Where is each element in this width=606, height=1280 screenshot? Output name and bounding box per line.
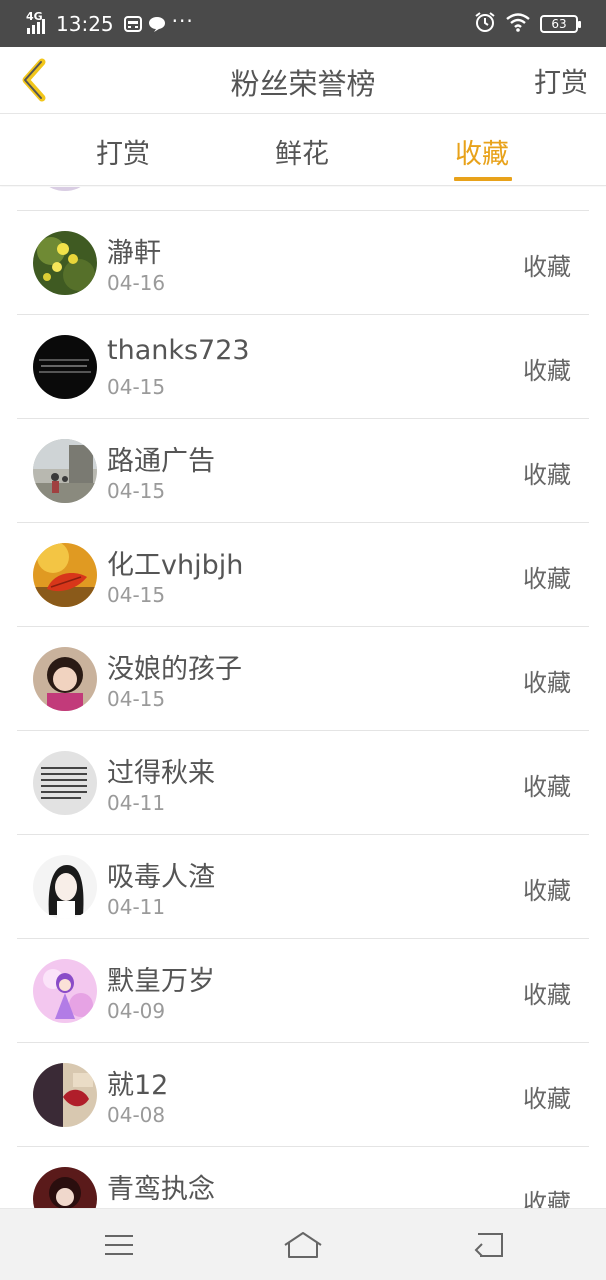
favorite-label: 收藏 <box>523 1189 571 1208</box>
user-name: 吸毒人渣 <box>107 862 215 893</box>
favorite-label: 收藏 <box>523 357 571 385</box>
back-icon <box>474 1233 503 1257</box>
network-type: 4G <box>26 10 43 23</box>
list-item[interactable]: 吸毒人渣 04-11 收藏 <box>17 835 589 939</box>
user-name: 瀞軒 <box>107 238 161 269</box>
avatar <box>33 187 97 191</box>
menu-button[interactable] <box>99 1227 139 1263</box>
back-nav-button[interactable] <box>468 1227 508 1263</box>
user-name: 青鸾执念 <box>107 1174 215 1205</box>
user-name: 就12 <box>107 1070 169 1101</box>
list-item[interactable]: thanks723 04-15 收藏 <box>17 315 589 419</box>
date: 04-11 <box>107 895 166 919</box>
favorite-label: 收藏 <box>523 253 571 281</box>
more-dots-icon: ··· <box>171 9 194 33</box>
favorite-label: 收藏 <box>523 877 571 905</box>
avatar <box>33 647 97 711</box>
reward-button[interactable]: 打赏 <box>534 61 588 100</box>
list-item[interactable]: 收藏 <box>17 187 589 211</box>
tab-reward[interactable]: 打赏 <box>96 132 150 171</box>
avatar <box>33 1167 97 1208</box>
fan-list[interactable]: 收藏 瀞軒 04-16 收藏 thanks723 04-15 收藏 路通广告 0… <box>0 187 606 1208</box>
status-bar-left: 4G 13:25 ··· <box>24 10 194 38</box>
favorite-label: 收藏 <box>523 1085 571 1113</box>
favorite-label: 收藏 <box>523 461 571 489</box>
status-bar: 4G 13:25 ··· 63 <box>0 0 606 47</box>
alarm-icon <box>474 11 496 37</box>
avatar <box>33 1063 97 1127</box>
signal-icon: 4G <box>24 10 50 36</box>
list-item[interactable]: 过得秋来 04-11 收藏 <box>17 731 589 835</box>
home-icon <box>284 1232 322 1258</box>
date: 04-09 <box>107 999 166 1023</box>
user-name: 过得秋来 <box>107 758 215 789</box>
app-notification-icon <box>123 16 142 32</box>
tab-flowers[interactable]: 鲜花 <box>275 132 329 171</box>
user-name: 默皇万岁 <box>107 966 215 997</box>
avatar <box>33 751 97 815</box>
date: 04-15 <box>107 687 166 711</box>
user-name: 路通广告 <box>107 446 215 477</box>
user-name: 没娘的孩子 <box>107 654 242 685</box>
favorite-label: 收藏 <box>523 669 571 697</box>
tab-favorites[interactable]: 收藏 <box>455 132 509 171</box>
user-name: 化工vhjbjh <box>107 550 244 581</box>
list-item[interactable]: 默皇万岁 04-09 收藏 <box>17 939 589 1043</box>
app-header: 粉丝荣誉榜 打赏 <box>0 47 606 114</box>
avatar <box>33 543 97 607</box>
avatar <box>33 855 97 919</box>
status-bar-right: 63 <box>474 11 581 37</box>
avatar <box>33 335 97 399</box>
battery-level: 63 <box>551 17 567 31</box>
fan-list-content: 收藏 瀞軒 04-16 收藏 thanks723 04-15 收藏 路通广告 0… <box>0 187 606 1208</box>
favorite-label: 收藏 <box>523 981 571 1009</box>
date: 04-11 <box>107 791 166 815</box>
favorite-label: 收藏 <box>523 773 571 801</box>
list-item[interactable]: 瀞軒 04-16 收藏 <box>17 211 589 315</box>
date: 04-08 <box>107 1103 166 1127</box>
list-item[interactable]: 青鸾执念 收藏 <box>17 1147 589 1208</box>
status-time: 13:25 <box>56 12 114 36</box>
date: 04-16 <box>107 271 166 295</box>
home-button[interactable] <box>283 1227 323 1263</box>
system-nav-bar <box>0 1208 606 1280</box>
list-item[interactable]: 就12 04-08 收藏 <box>17 1043 589 1147</box>
active-tab-indicator <box>454 177 512 181</box>
date: 04-15 <box>107 479 166 503</box>
date: 04-15 <box>107 583 166 607</box>
menu-icon <box>105 1235 133 1255</box>
user-name: thanks723 <box>107 335 250 366</box>
avatar <box>33 959 97 1023</box>
list-item[interactable]: 化工vhjbjh 04-15 收藏 <box>17 523 589 627</box>
list-item[interactable]: 路通广告 04-15 收藏 <box>17 419 589 523</box>
page-title: 粉丝荣誉榜 <box>230 67 376 101</box>
tab-bar: 打赏 鲜花 收藏 <box>0 114 606 186</box>
battery-icon: 63 <box>540 15 581 33</box>
wifi-icon <box>506 12 530 36</box>
date: 04-15 <box>107 375 166 399</box>
chat-icon <box>148 16 166 32</box>
list-item[interactable]: 没娘的孩子 04-15 收藏 <box>17 627 589 731</box>
avatar <box>33 231 97 295</box>
favorite-label: 收藏 <box>523 565 571 593</box>
avatar <box>33 439 97 503</box>
